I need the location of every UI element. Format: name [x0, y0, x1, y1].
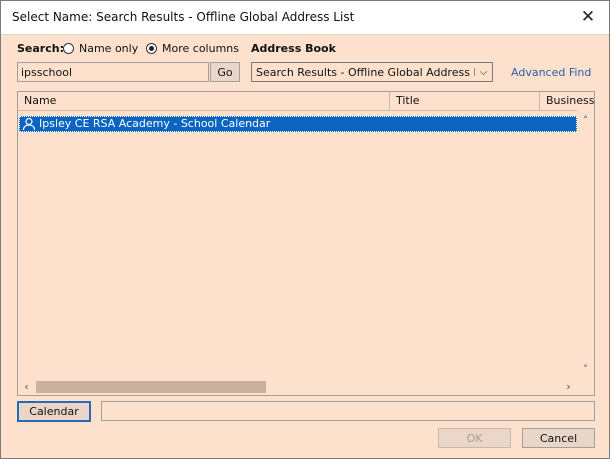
- cancel-button[interactable]: Cancel: [522, 428, 595, 448]
- recipient-field[interactable]: [101, 401, 595, 421]
- horizontal-scrollbar[interactable]: ‹ ›: [18, 378, 577, 395]
- chevron-down-icon[interactable]: ⌵: [475, 63, 492, 81]
- radio-more-columns-label[interactable]: More columns: [162, 42, 239, 55]
- address-book-selected-value: Search Results - Offline Global Address …: [256, 66, 493, 79]
- advanced-find-link[interactable]: Advanced Find: [511, 66, 591, 79]
- select-name-dialog: Select Name: Search Results - Offline Gl…: [0, 0, 610, 459]
- window-title: Select Name: Search Results - Offline Gl…: [12, 10, 355, 24]
- address-book-select[interactable]: Search Results - Offline Global Address …: [251, 62, 493, 82]
- horizontal-scroll-thumb[interactable]: [36, 381, 266, 393]
- search-label: Search:: [17, 42, 64, 55]
- address-book-label: Address Book: [251, 42, 336, 55]
- calendar-recipient-button[interactable]: Calendar: [17, 401, 91, 422]
- column-header-business[interactable]: Business: [540, 92, 594, 110]
- go-button[interactable]: Go: [210, 62, 240, 82]
- scroll-down-icon[interactable]: ˅: [577, 361, 594, 378]
- column-header-name[interactable]: Name: [18, 92, 390, 110]
- radio-name-only-label[interactable]: Name only: [79, 42, 138, 55]
- scroll-right-icon[interactable]: ›: [560, 378, 577, 395]
- scroll-left-icon[interactable]: ‹: [18, 378, 35, 395]
- contact-person-icon: [22, 117, 36, 131]
- close-icon[interactable]: ✕: [575, 5, 601, 29]
- table-row[interactable]: Ipsley CE RSA Academy - School Calendar: [19, 116, 577, 132]
- radio-more-columns[interactable]: [146, 43, 157, 54]
- ok-button[interactable]: OK: [438, 428, 511, 448]
- results-header: Name Title Business: [18, 92, 594, 111]
- scroll-up-icon[interactable]: ˄: [577, 112, 594, 129]
- radio-name-only[interactable]: [63, 43, 74, 54]
- results-list[interactable]: Name Title Business Ipsley CE RSA Academ…: [17, 91, 595, 396]
- vertical-scrollbar[interactable]: ˄ ˅: [577, 110, 594, 378]
- search-input[interactable]: [17, 62, 209, 82]
- title-bar: Select Name: Search Results - Offline Gl…: [1, 1, 609, 35]
- column-header-title[interactable]: Title: [390, 92, 540, 110]
- row-name: Ipsley CE RSA Academy - School Calendar: [39, 117, 271, 130]
